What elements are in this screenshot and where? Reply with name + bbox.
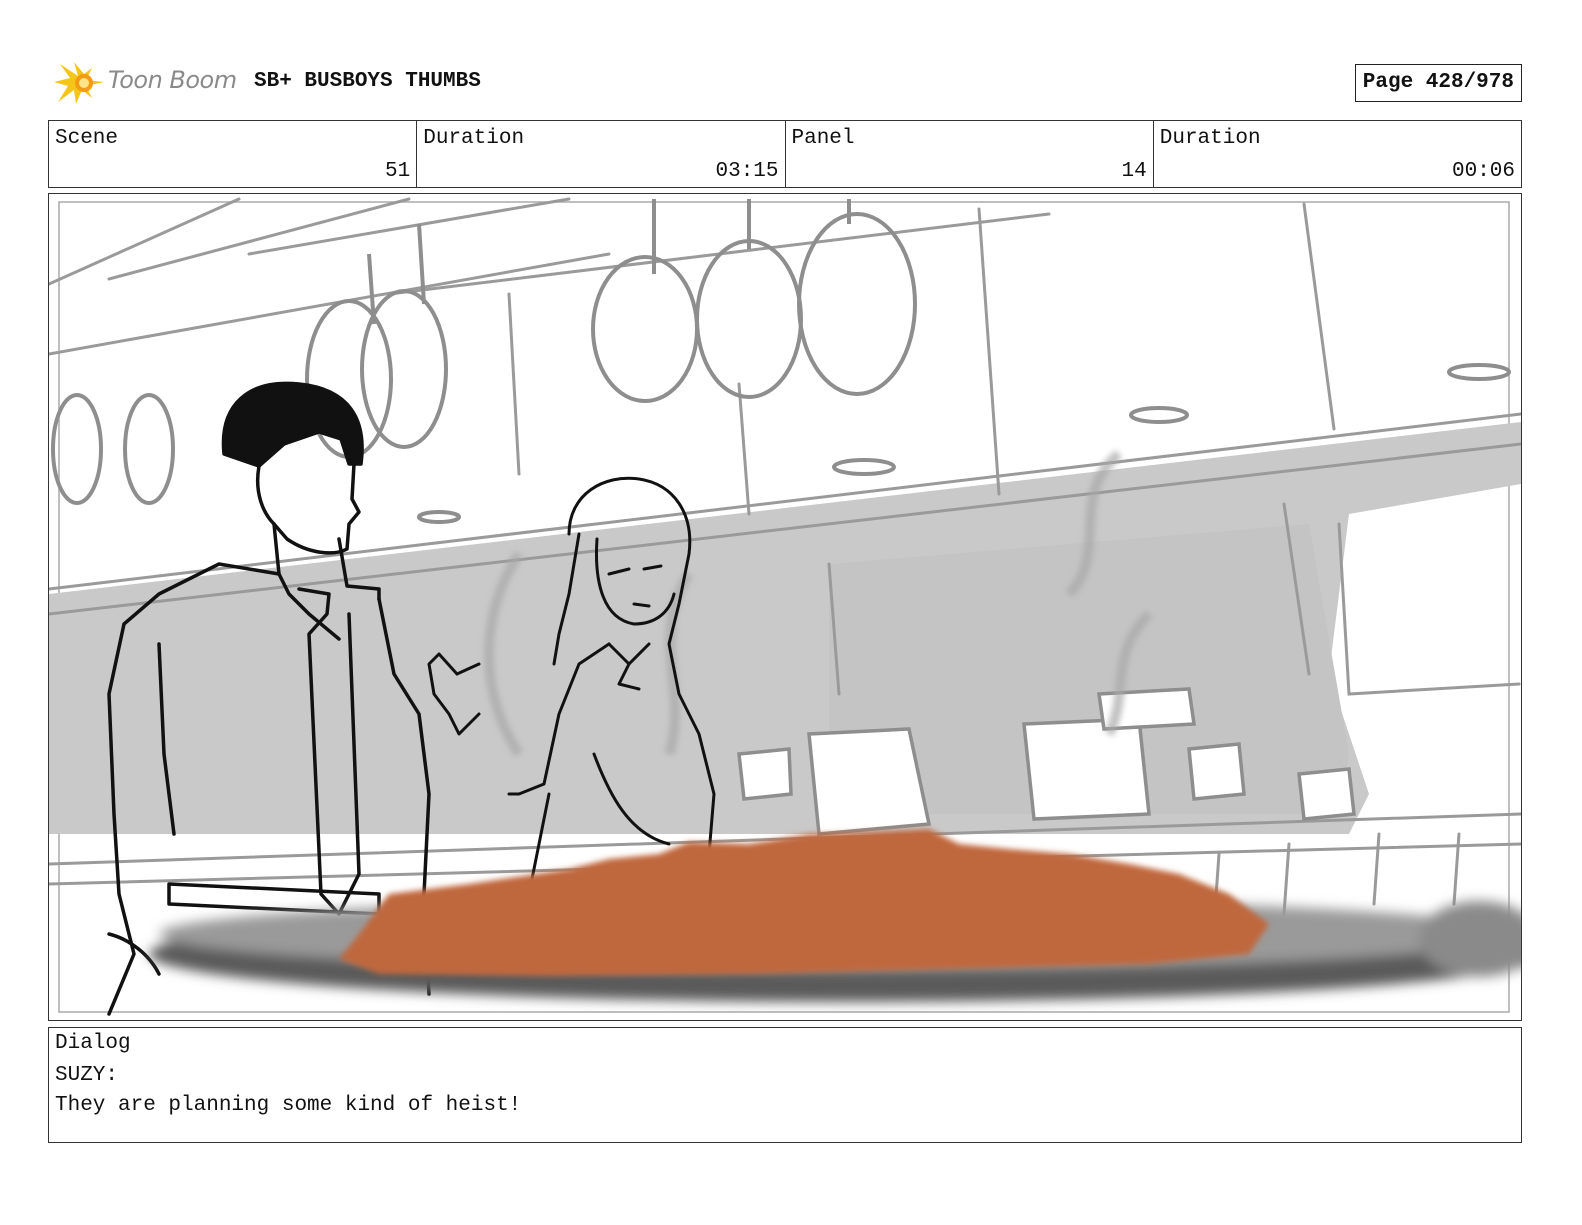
scene-label: Scene xyxy=(55,127,119,150)
page-counter: Page 428/978 xyxy=(1354,64,1522,102)
logo-text: Toon Boom xyxy=(108,66,237,94)
panel-drawing xyxy=(49,194,1521,1020)
scene-info-row: Scene 51 Duration 03:15 Panel 14 Duratio… xyxy=(48,120,1522,188)
dialog-label: Dialog xyxy=(55,1032,131,1055)
project-title: SB+ BUSBOYS THUMBS xyxy=(254,70,481,93)
scene-duration-cell: Duration 03:15 xyxy=(416,121,784,187)
storyboard-panel xyxy=(48,193,1522,1021)
page-header: Toon Boom SB+ BUSBOYS THUMBS Page 428/97… xyxy=(48,56,1522,108)
panel-duration-value: 00:06 xyxy=(1451,160,1515,183)
panel-value: 14 xyxy=(1121,160,1147,183)
starburst-icon xyxy=(54,62,104,104)
scene-duration-value: 03:15 xyxy=(715,160,779,183)
panel-cell: Panel 14 xyxy=(784,121,1153,187)
dialog-line: They are planning some kind of heist! xyxy=(55,1094,522,1117)
toon-boom-logo: Toon Boom xyxy=(52,58,242,108)
panel-duration-cell: Duration 00:06 xyxy=(1152,121,1521,187)
scene-duration-label: Duration xyxy=(423,127,525,150)
panel-duration-label: Duration xyxy=(1159,127,1261,150)
panel-label: Panel xyxy=(791,127,855,150)
dialog-box: Dialog SUZY: They are planning some kind… xyxy=(48,1027,1522,1143)
dialog-speaker: SUZY: xyxy=(55,1064,119,1087)
scene-cell: Scene 51 xyxy=(49,121,416,187)
scene-value: 51 xyxy=(385,160,411,183)
